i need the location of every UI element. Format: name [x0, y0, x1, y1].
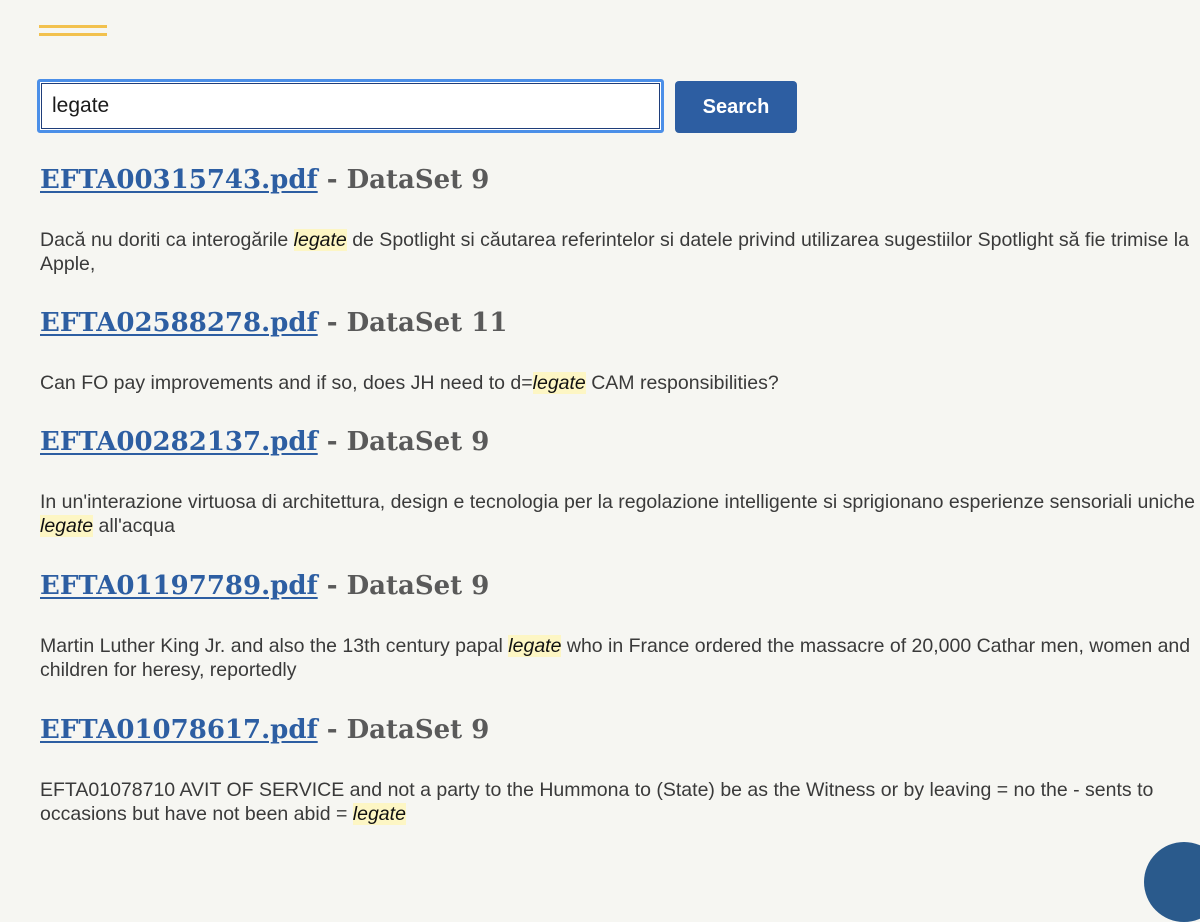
- result-file-link[interactable]: EFTA00315743.pdf: [40, 165, 318, 195]
- search-button[interactable]: Search: [675, 81, 797, 133]
- result-file-link[interactable]: EFTA02588278.pdf: [40, 308, 318, 338]
- result-item: EFTA01197789.pdf - DataSet 9 Martin Luth…: [40, 566, 1200, 681]
- result-dataset: - DataSet 11: [317, 308, 508, 338]
- result-snippet: In un'interazione virtuosa di architettu…: [40, 491, 1195, 537]
- result-title: EFTA02588278.pdf - DataSet 11: [40, 303, 1200, 343]
- search-highlight: legate: [352, 803, 406, 825]
- floating-action-button[interactable]: [1144, 842, 1200, 922]
- result-title: EFTA01197789.pdf - DataSet 9: [40, 566, 1200, 606]
- result-file-link[interactable]: EFTA01197789.pdf: [40, 571, 318, 601]
- search-highlight: legate: [40, 515, 94, 537]
- result-item: EFTA00282137.pdf - DataSet 9 In un'inter…: [40, 422, 1200, 537]
- search-highlight: legate: [508, 635, 562, 657]
- result-file-link[interactable]: EFTA00282137.pdf: [40, 427, 318, 457]
- menu-icon[interactable]: [39, 25, 107, 37]
- result-snippet: Can FO pay improvements and if so, does …: [40, 372, 779, 394]
- result-title: EFTA00282137.pdf - DataSet 9: [40, 422, 1200, 462]
- menu-icon-bar: [39, 33, 107, 36]
- result-dataset: - DataSet 9: [317, 165, 490, 195]
- search-highlight: legate: [532, 372, 586, 394]
- result-snippet: EFTA01078710 AVIT OF SERVICE and not a p…: [40, 779, 1154, 825]
- menu-icon-bar: [39, 25, 107, 28]
- result-title: EFTA01078617.pdf - DataSet 9: [40, 710, 1200, 750]
- result-dataset: - DataSet 9: [317, 571, 490, 601]
- search-highlight: legate: [293, 229, 347, 251]
- result-snippet: Dacă nu doriti ca interogările legate de…: [40, 229, 1189, 275]
- result-title: EFTA00315743.pdf - DataSet 9: [40, 160, 1200, 200]
- result-file-link[interactable]: EFTA01078617.pdf: [40, 715, 318, 745]
- result-item: EFTA00315743.pdf - DataSet 9 Dacă nu dor…: [40, 160, 1200, 275]
- result-dataset: - DataSet 9: [317, 715, 490, 745]
- search-input[interactable]: [37, 79, 664, 133]
- result-item: EFTA01078617.pdf - DataSet 9 EFTA0107871…: [40, 710, 1200, 825]
- result-item: EFTA02588278.pdf - DataSet 11 Can FO pay…: [40, 303, 1200, 394]
- result-dataset: - DataSet 9: [317, 427, 490, 457]
- result-snippet: Martin Luther King Jr. and also the 13th…: [40, 635, 1191, 681]
